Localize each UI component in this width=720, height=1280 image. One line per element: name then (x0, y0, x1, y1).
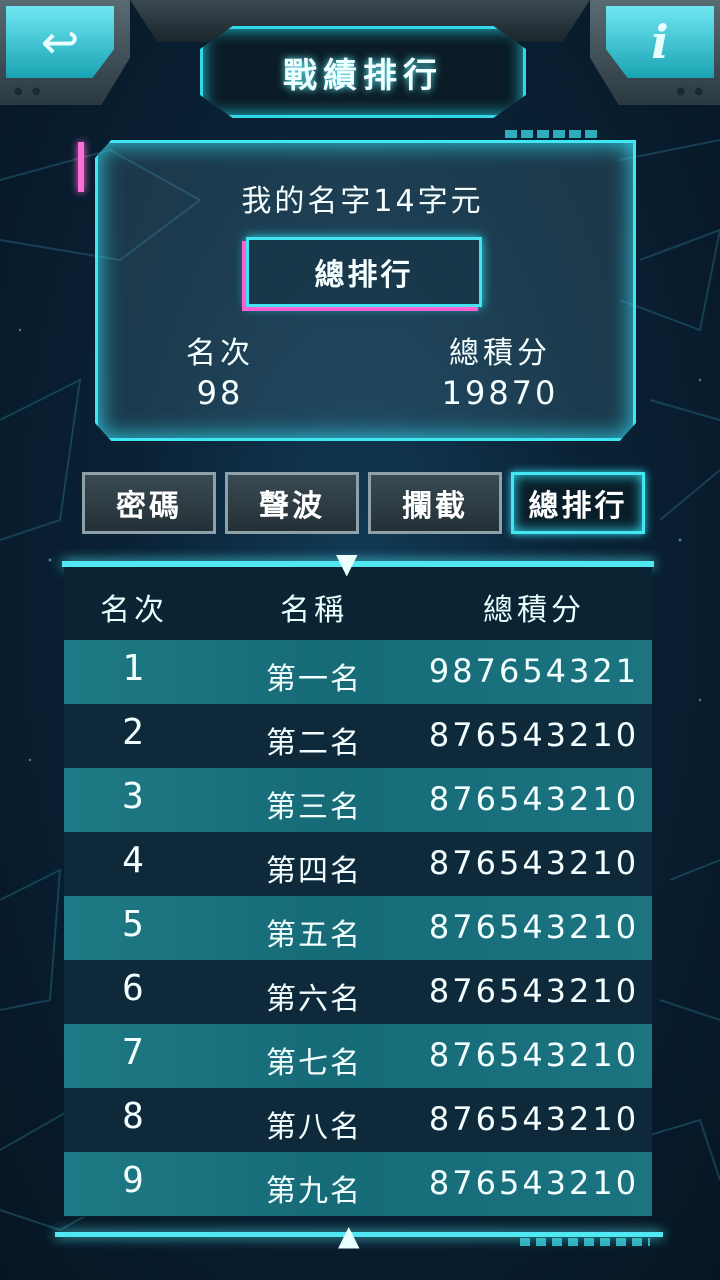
back-arrow-icon[interactable]: ↩ (6, 6, 114, 78)
table-row: 3 第三名 876543210 (64, 768, 652, 832)
row-name: 第六名 (266, 982, 362, 1017)
header-rank: 名次 (100, 593, 168, 628)
table-row: 7 第七名 876543210 (64, 1024, 652, 1088)
table-row: 5 第五名 876543210 (64, 896, 652, 960)
table-row: 2 第二名 876543210 (64, 704, 652, 768)
tab-intercept[interactable]: 攔截 (368, 472, 502, 534)
row-name: 第五名 (266, 918, 362, 953)
chevron-down-icon[interactable]: ▼ (336, 550, 358, 578)
row-rank: 2 (122, 712, 146, 753)
info-button-frame[interactable]: i ● ● (590, 0, 720, 105)
row-score: 876543210 (428, 972, 640, 1010)
header-score: 總積分 (483, 593, 585, 628)
rank-label: 名次 (186, 336, 254, 371)
table-row: 4 第四名 876543210 (64, 832, 652, 896)
table-header: 名次 名稱 總積分 (64, 567, 652, 639)
tab-password[interactable]: 密碼 (82, 472, 216, 534)
row-name: 第四名 (266, 854, 362, 889)
tab-sonic[interactable]: 聲波 (225, 472, 359, 534)
rivet-dots-right: ● ● (676, 86, 706, 97)
chevron-up-icon[interactable]: ▲ (338, 1222, 360, 1250)
row-rank: 7 (122, 1032, 146, 1073)
ranking-table: 名次 名稱 總積分 1 第一名 987654321 2 第二名 87654321… (64, 567, 652, 1217)
back-arrow-glyph: ↩ (40, 15, 80, 69)
table-row: 1 第一名 987654321 (64, 640, 652, 704)
row-name: 第二名 (266, 726, 362, 761)
score-label: 總積分 (449, 336, 551, 371)
table-row: 9 第九名 876543210 (64, 1152, 652, 1216)
row-score: 876543210 (428, 908, 640, 946)
table-row: 8 第八名 876543210 (64, 1088, 652, 1152)
row-score: 876543210 (428, 1100, 640, 1138)
profile-stripe-accent (505, 130, 601, 138)
row-name: 第七名 (266, 1046, 362, 1081)
row-score: 876543210 (428, 1036, 640, 1074)
tab-overall-ranking[interactable]: 總排行 (511, 472, 645, 534)
back-button-frame[interactable]: ↩ ● ● (0, 0, 130, 105)
row-score: 876543210 (428, 844, 640, 882)
title-plate: 戰績排行 (200, 26, 526, 118)
row-score: 876543210 (428, 1164, 640, 1202)
rank-value: 98 (196, 374, 244, 412)
row-score: 987654321 (428, 652, 640, 690)
info-icon[interactable]: i (606, 6, 714, 78)
row-rank: 5 (122, 904, 146, 945)
profile-pink-accent (78, 142, 84, 192)
table-row: 6 第六名 876543210 (64, 960, 652, 1024)
row-rank: 1 (122, 648, 146, 689)
row-name: 第三名 (266, 790, 362, 825)
row-name: 第九名 (266, 1174, 362, 1209)
ranking-type-button[interactable]: 總排行 (246, 237, 482, 307)
info-glyph: i (651, 15, 669, 69)
row-score: 876543210 (428, 716, 640, 754)
bottom-stripe-accent (520, 1238, 650, 1246)
score-value: 19870 (441, 374, 559, 412)
row-rank: 6 (122, 968, 146, 1009)
row-rank: 8 (122, 1096, 146, 1137)
row-rank: 3 (122, 776, 146, 817)
page-title: 戰績排行 (283, 55, 443, 96)
row-rank: 9 (122, 1160, 146, 1201)
row-name: 第一名 (266, 662, 362, 697)
player-name: 我的名字14字元 (241, 184, 484, 219)
row-name: 第八名 (266, 1110, 362, 1145)
row-rank: 4 (122, 840, 146, 881)
header-name: 名稱 (280, 593, 348, 628)
rivet-dots-left: ● ● (14, 86, 44, 97)
row-score: 876543210 (428, 780, 640, 818)
